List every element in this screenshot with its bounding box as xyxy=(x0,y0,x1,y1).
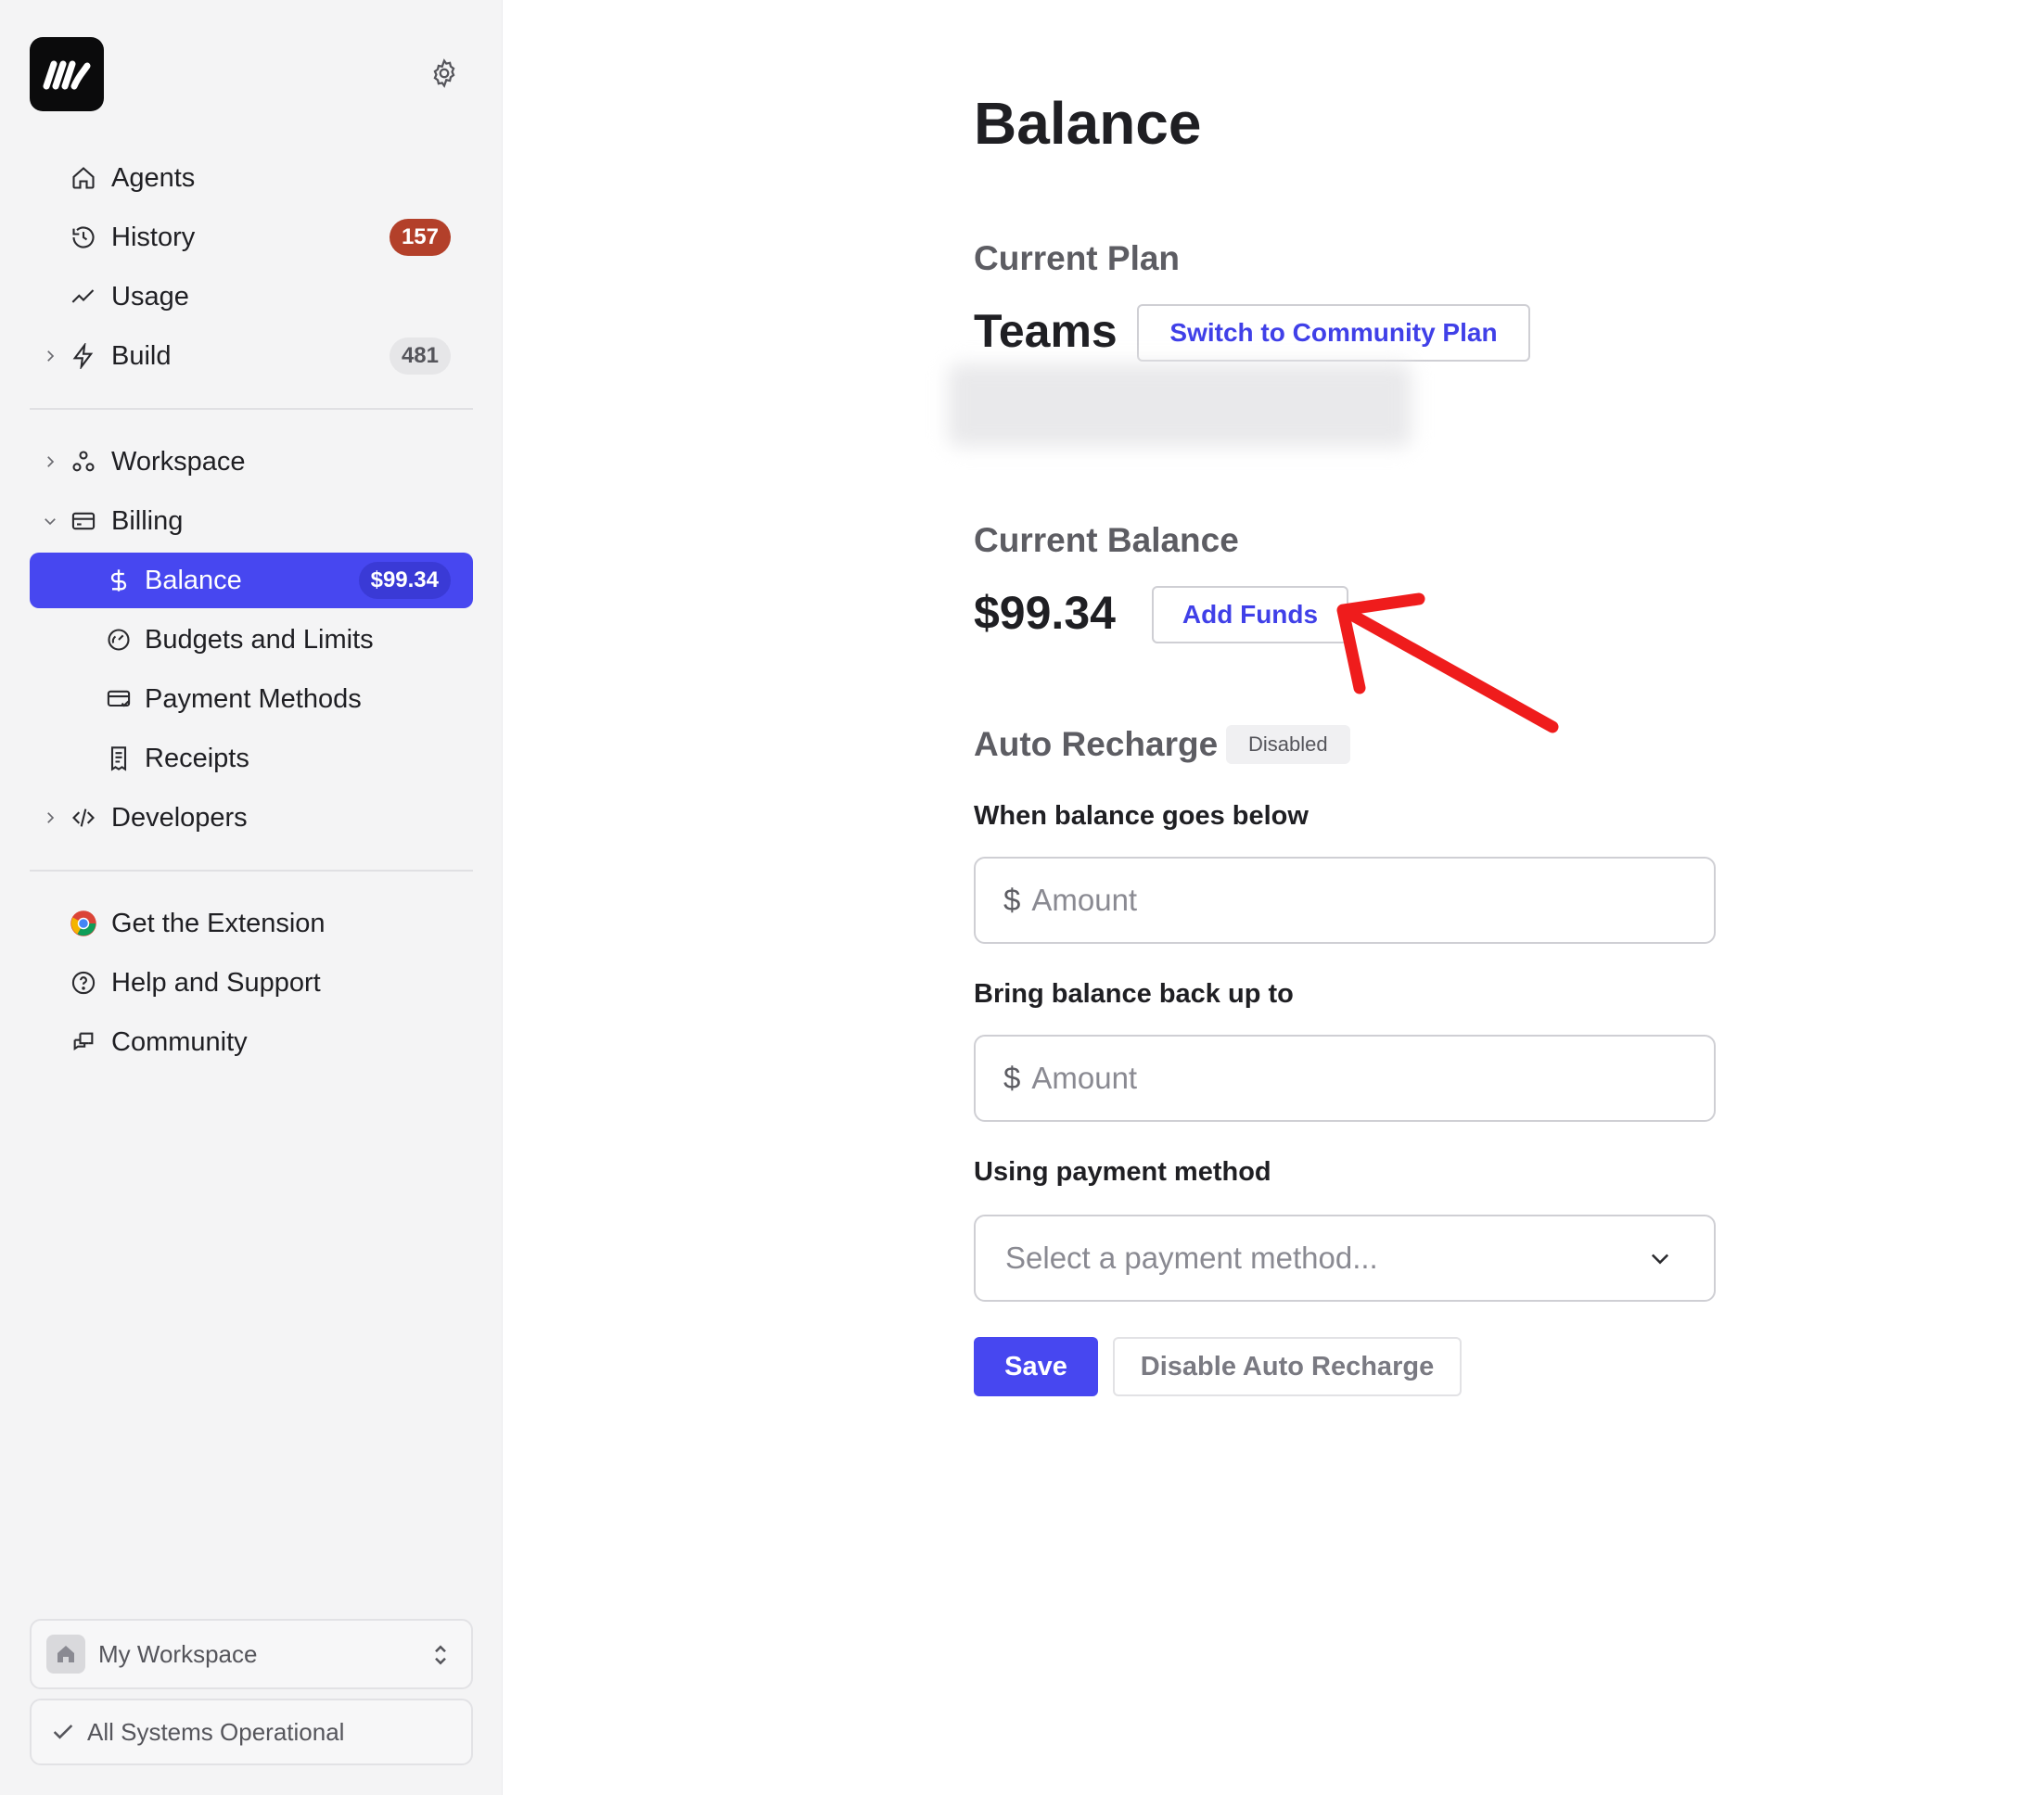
page-title: Balance xyxy=(974,90,1202,157)
nav-tertiary: Get the Extension Help and Support Commu… xyxy=(30,896,473,1070)
gauge-icon xyxy=(104,625,134,655)
payment-card-icon xyxy=(104,684,134,714)
auto-recharge-heading: Auto Recharge xyxy=(974,725,1219,763)
target-label: Bring balance back up to xyxy=(974,979,1294,1009)
sidebar-item-billing[interactable]: Billing xyxy=(30,493,473,549)
annotation-arrow-icon xyxy=(1336,592,1559,733)
home-icon xyxy=(69,163,98,193)
settings-button[interactable] xyxy=(427,56,462,91)
sidebar-divider xyxy=(30,408,473,410)
sidebar-item-label: Developers xyxy=(111,802,248,833)
chevron-right-icon[interactable] xyxy=(39,451,61,473)
sidebar-item-label: History xyxy=(111,222,196,252)
receipt-icon xyxy=(104,744,134,773)
sidebar-item-usage[interactable]: Usage xyxy=(30,269,473,325)
sidebar-item-label: Agents xyxy=(111,162,196,193)
logo-mark-icon xyxy=(43,60,91,90)
workspace-switcher[interactable]: My Workspace xyxy=(30,1619,473,1689)
system-status-text: All Systems Operational xyxy=(87,1717,345,1746)
sidebar-item-developers[interactable]: Developers xyxy=(30,790,473,846)
history-count-badge: 157 xyxy=(389,219,451,256)
sidebar-item-budgets-and-limits[interactable]: Budgets and Limits xyxy=(30,612,473,668)
chevron-down-icon[interactable] xyxy=(39,510,61,532)
sidebar-item-label: Usage xyxy=(111,281,189,312)
sidebar-item-label: Get the Extension xyxy=(111,908,326,938)
sidebar-item-balance[interactable]: Balance $99.34 xyxy=(30,553,473,608)
sidebar-divider xyxy=(30,870,473,872)
chevron-up-down-icon xyxy=(430,1641,451,1675)
workspace-home-icon xyxy=(46,1635,85,1674)
sidebar: Agents History 157 Usage Build 481 Works… xyxy=(0,0,503,1795)
credit-card-icon xyxy=(69,506,98,536)
plan-name: Teams xyxy=(974,305,1118,357)
app-logo[interactable] xyxy=(30,37,104,111)
payment-method-select[interactable]: Select a payment method... xyxy=(974,1215,1716,1302)
payment-method-label: Using payment method xyxy=(974,1157,1271,1187)
sidebar-item-label: Build xyxy=(111,340,172,371)
sidebar-item-label: Payment Methods xyxy=(145,683,362,714)
threshold-amount-input[interactable]: $ Amount xyxy=(974,857,1716,944)
chevron-right-icon[interactable] xyxy=(39,345,61,367)
chevron-down-icon xyxy=(1647,1245,1673,1271)
sidebar-item-workspace[interactable]: Workspace xyxy=(30,434,473,490)
gear-icon xyxy=(433,58,455,88)
workspace-name: My Workspace xyxy=(98,1639,258,1668)
sidebar-item-label: Budgets and Limits xyxy=(145,624,374,655)
balance-amount: $99.34 xyxy=(974,587,1116,639)
target-amount-input[interactable]: $ Amount xyxy=(974,1035,1716,1122)
balance-amount-badge: $99.34 xyxy=(358,562,451,599)
disable-auto-recharge-button[interactable]: Disable Auto Recharge xyxy=(1113,1337,1462,1396)
sidebar-item-label: Receipts xyxy=(145,743,249,773)
dollar-icon xyxy=(104,566,134,595)
sidebar-item-community[interactable]: Community xyxy=(30,1014,473,1070)
lightning-icon xyxy=(69,341,98,371)
sidebar-item-label: Billing xyxy=(111,505,184,536)
select-placeholder: Select a payment method... xyxy=(1005,1241,1378,1275)
sidebar-item-history[interactable]: History 157 xyxy=(30,210,473,265)
chrome-icon xyxy=(69,909,98,938)
input-placeholder: Amount xyxy=(1031,1061,1138,1095)
code-icon xyxy=(69,803,98,833)
add-funds-button[interactable]: Add Funds xyxy=(1152,586,1348,643)
chevron-right-icon[interactable] xyxy=(39,807,61,829)
nav-secondary: Workspace Billing Balance $99.34 Budgets… xyxy=(30,434,473,846)
workspace-nodes-icon xyxy=(69,447,98,477)
chat-bubbles-icon xyxy=(69,1027,98,1057)
checkmark-icon xyxy=(50,1719,76,1745)
save-button[interactable]: Save xyxy=(974,1337,1098,1396)
sidebar-item-agents[interactable]: Agents xyxy=(30,150,473,206)
trend-line-icon xyxy=(69,282,98,312)
sidebar-item-label: Help and Support xyxy=(111,967,321,998)
redacted-plan-details xyxy=(948,363,1412,447)
switch-plan-button[interactable]: Switch to Community Plan xyxy=(1137,304,1530,362)
sidebar-item-get-extension[interactable]: Get the Extension xyxy=(30,896,473,951)
sidebar-item-help-and-support[interactable]: Help and Support xyxy=(30,955,473,1011)
sidebar-item-payment-methods[interactable]: Payment Methods xyxy=(30,671,473,727)
currency-prefix: $ xyxy=(1003,1061,1021,1095)
nav-primary: Agents History 157 Usage Build 481 xyxy=(30,150,473,384)
threshold-label: When balance goes below xyxy=(974,801,1309,831)
sidebar-item-build[interactable]: Build 481 xyxy=(30,328,473,384)
build-count-badge: 481 xyxy=(389,337,451,375)
sidebar-item-receipts[interactable]: Receipts xyxy=(30,731,473,786)
help-circle-icon xyxy=(69,968,98,998)
currency-prefix: $ xyxy=(1003,883,1021,917)
app: Agents History 157 Usage Build 481 Works… xyxy=(0,0,2044,1795)
history-icon xyxy=(69,223,98,252)
system-status[interactable]: All Systems Operational xyxy=(30,1699,473,1765)
input-placeholder: Amount xyxy=(1031,883,1138,917)
sidebar-item-label: Workspace xyxy=(111,446,246,477)
current-balance-heading: Current Balance xyxy=(974,521,1239,559)
sidebar-item-label: Community xyxy=(111,1026,248,1057)
sidebar-item-label: Balance xyxy=(145,565,242,595)
current-plan-heading: Current Plan xyxy=(974,239,1181,277)
